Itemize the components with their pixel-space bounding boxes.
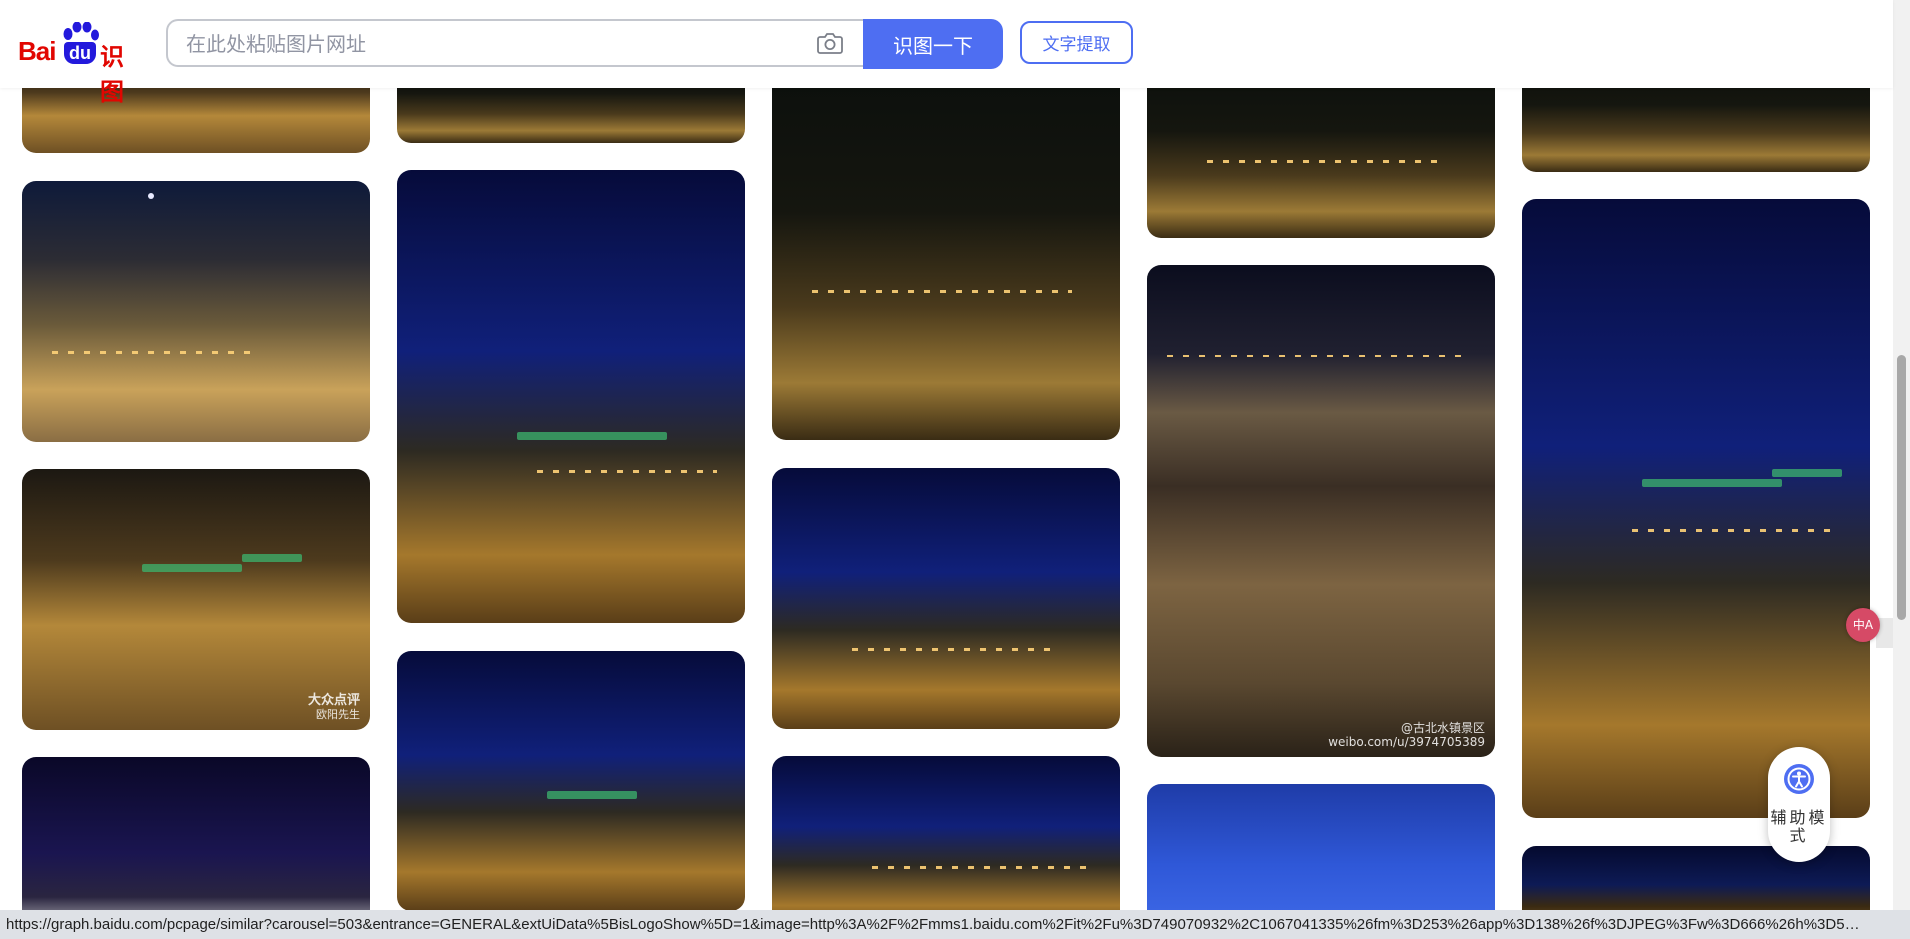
result-image-tile[interactable] [1147, 784, 1495, 910]
logo-text-bai: Bai [18, 36, 56, 66]
image-url-input[interactable] [184, 21, 788, 67]
watermark-dianping: 大众点评 欧阳先生 [308, 694, 360, 722]
result-image-tile[interactable]: 大众点评 欧阳先生 [22, 469, 370, 730]
watermark-weibo-handle: @古北水镇景区 [1400, 721, 1485, 735]
camera-icon[interactable] [817, 31, 843, 55]
assist-mode-label: 辅助模式 [1770, 808, 1828, 845]
link-status-bar: https://graph.baidu.com/pcpage/similar?c… [0, 910, 1910, 939]
result-image-tile[interactable] [22, 757, 370, 910]
top-header: Bai du 识图 识图一下 文字提取 [0, 0, 1893, 106]
translate-icon[interactable]: 中A [1846, 608, 1880, 642]
status-url: https://graph.baidu.com/pcpage/similar?c… [6, 916, 1866, 933]
result-image-tile[interactable] [772, 756, 1120, 910]
results-gallery: 大众点评 欧阳先生 @古北水镇景区 weibo.com/u/3974705389 [0, 0, 1893, 910]
watermark-weibo: @古北水镇景区 weibo.com/u/3974705389 [1328, 721, 1485, 749]
result-image-tile[interactable] [397, 170, 745, 623]
result-image-tile[interactable] [22, 181, 370, 442]
watermark-author: 欧阳先生 [316, 708, 360, 721]
logo-text-du: du [64, 42, 96, 64]
text-extract-button[interactable]: 文字提取 [1020, 21, 1133, 64]
logo-text-shitu: 识图 [100, 43, 124, 106]
search-image-button[interactable]: 识图一下 [863, 19, 1003, 69]
result-image-tile[interactable] [397, 651, 745, 910]
baidu-shitu-logo[interactable]: Bai du 识图 [18, 22, 144, 106]
result-image-tile[interactable] [772, 468, 1120, 729]
result-image-tile[interactable] [772, 60, 1120, 440]
watermark-weibo-url: weibo.com/u/3974705389 [1328, 735, 1485, 749]
assist-mode-button[interactable]: 辅助模式 [1768, 747, 1830, 862]
result-image-tile[interactable] [1522, 199, 1870, 818]
scrollbar-thumb[interactable] [1897, 355, 1906, 620]
watermark-brand: 大众点评 [307, 693, 360, 708]
search-box [166, 19, 863, 67]
accessibility-icon [1784, 764, 1814, 794]
result-image-tile[interactable]: @古北水镇景区 weibo.com/u/3974705389 [1147, 265, 1495, 757]
